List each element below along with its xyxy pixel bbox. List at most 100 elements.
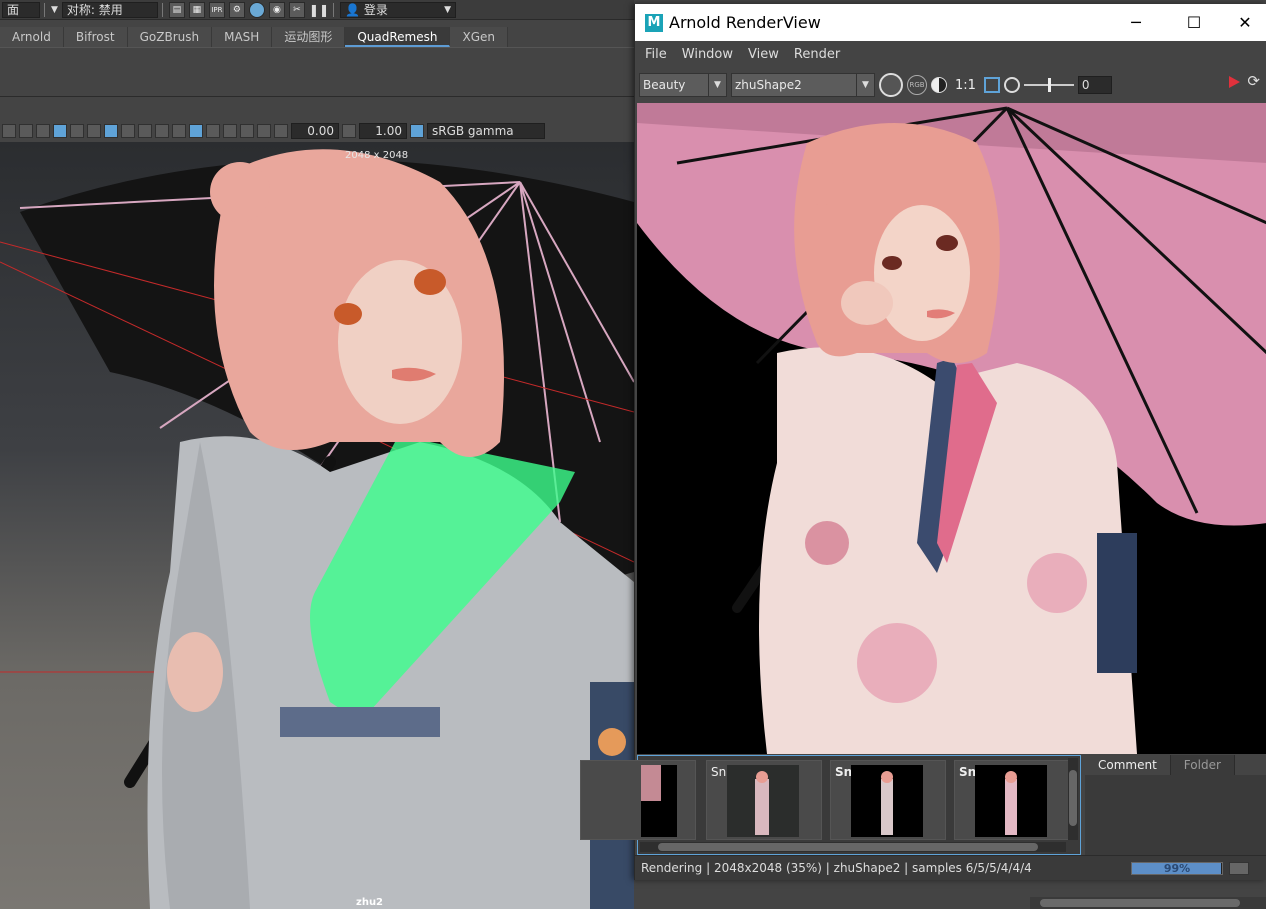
menu-view[interactable]: View	[743, 47, 784, 62]
isolate-icon[interactable]	[206, 124, 220, 138]
comment-tabs: Comment Folder	[1085, 755, 1266, 775]
image-plane-icon[interactable]	[2, 124, 16, 138]
shelf-tab-motion-graphics[interactable]: 运动图形	[272, 27, 346, 47]
region-render-icon[interactable]	[879, 73, 903, 97]
thumb-figure	[755, 771, 769, 835]
gamma-field[interactable]: 1.00	[359, 123, 407, 139]
menu-render[interactable]: Render	[789, 47, 845, 62]
title-bar[interactable]: M Arnold RenderView ─ ☐ ✕	[635, 4, 1266, 41]
resolution-gate-icon[interactable]	[257, 124, 271, 138]
minimize-button[interactable]: ─	[1107, 4, 1165, 41]
shadows-icon[interactable]	[138, 124, 152, 138]
select-camera-icon[interactable]	[223, 124, 237, 138]
aov-value: Beauty	[643, 78, 686, 92]
text-icon[interactable]	[19, 124, 33, 138]
maximize-button[interactable]: ☐	[1165, 4, 1223, 41]
maya-status-line: 面 ▼ 对称: 禁用 ▤ ▦ IPR ⚙ ◉ ✂ ❚❚ 👤 登录 ▼	[0, 0, 634, 20]
view-transform-dropdown[interactable]: sRGB gamma	[427, 123, 545, 139]
hand	[841, 281, 893, 325]
maya-viewport[interactable]: 2048 x 2048 zhu2	[0, 142, 634, 909]
ipr-icon[interactable]: IPR	[208, 1, 225, 18]
face	[874, 205, 970, 341]
arnold-render-icon[interactable]	[248, 1, 265, 18]
snapshot-vertical-scrollbar[interactable]	[1068, 758, 1078, 840]
login-dropdown[interactable]: 👤 登录 ▼	[340, 1, 457, 18]
slider-knob[interactable]	[1047, 78, 1051, 92]
scrollbar-thumb[interactable]	[1069, 770, 1077, 826]
close-button[interactable]: ✕	[1223, 4, 1266, 41]
wireframe-on-shaded-icon[interactable]	[87, 124, 101, 138]
window-title: Arnold RenderView	[669, 13, 821, 32]
shelf-tab-gozbrush[interactable]: GoZBrush	[127, 27, 213, 47]
shelf-tab-xgen[interactable]: XGen	[450, 27, 508, 47]
clapper-icon[interactable]: ▤	[168, 1, 185, 18]
menu-window[interactable]: Window	[677, 47, 738, 62]
exposure-aperture-icon[interactable]	[1003, 77, 1020, 93]
exposure-field[interactable]: 0	[1077, 76, 1112, 94]
tab-comment[interactable]: Comment	[1085, 755, 1171, 775]
thumb-figure	[1005, 771, 1017, 835]
shelf-tab-arnold[interactable]: Arnold	[0, 27, 64, 47]
snapshot-item[interactable]: Snapshot_09	[830, 760, 946, 840]
dropdown-icon[interactable]: ▼	[51, 5, 58, 15]
snapshot-camera-button[interactable]	[1229, 862, 1249, 875]
scrollbar-thumb[interactable]	[658, 843, 1038, 851]
motion-blur-icon[interactable]	[172, 124, 186, 138]
render-setup-icon[interactable]: ✂	[288, 1, 305, 18]
color-management-icon[interactable]	[410, 124, 424, 138]
exposure-icon[interactable]	[274, 124, 288, 138]
snapshot-item[interactable]: Snapshot_12	[954, 760, 1070, 840]
menu-file[interactable]: File	[640, 47, 672, 62]
default-material-icon[interactable]	[70, 124, 84, 138]
shelf-tab-bifrost[interactable]: Bifrost	[63, 27, 128, 47]
lights-icon[interactable]	[121, 124, 135, 138]
snapshot-thumbnail	[975, 765, 1047, 837]
viewport-scene	[0, 149, 634, 909]
chevron-down-icon: ▼	[708, 74, 726, 96]
frame-fit-icon[interactable]	[983, 77, 1000, 93]
xray-icon[interactable]	[104, 124, 118, 138]
hand-lower	[167, 632, 223, 712]
maya-logo-icon: M	[645, 13, 663, 32]
film-gate-icon[interactable]	[240, 124, 254, 138]
pause-icon[interactable]: ❚❚	[309, 3, 329, 17]
chevron-down-icon: ▼	[444, 4, 452, 15]
floral-bow	[1097, 533, 1137, 673]
exposure-field[interactable]: 0.00	[291, 123, 339, 139]
wireframe-icon[interactable]	[36, 124, 50, 138]
viewport-toolbar: 0.00 1.00 sRGB gamma	[0, 120, 634, 142]
aov-dropdown[interactable]: Beauty ▼	[639, 73, 727, 97]
snapshot-thumbnail	[851, 765, 923, 837]
render-icon[interactable]: ▦	[188, 1, 205, 18]
eye-left	[882, 256, 902, 270]
menu-set-field[interactable]: 面	[2, 1, 40, 18]
user-icon: 👤	[345, 2, 360, 17]
render-image[interactable]	[637, 103, 1266, 754]
tab-folder[interactable]: Folder	[1170, 755, 1235, 775]
display-lut-icon[interactable]	[931, 77, 947, 93]
separator	[161, 2, 165, 17]
snapshot-item[interactable]	[580, 760, 696, 840]
scrollbar-thumb[interactable]	[1040, 899, 1240, 907]
maya-bottom-scrollbar[interactable]	[1030, 897, 1266, 909]
smooth-shade-icon[interactable]	[53, 124, 67, 138]
camera-dropdown[interactable]: zhuShape2 ▼	[731, 73, 875, 97]
flower-print	[1027, 553, 1087, 613]
symmetry-field[interactable]: 对称: 禁用	[61, 1, 158, 18]
rgb-channel-icon[interactable]: RGB	[907, 75, 927, 95]
refresh-icon[interactable]: ⟳	[1247, 72, 1260, 90]
shelf-tab-quadremesh[interactable]: QuadRemesh	[345, 27, 451, 47]
comment-textarea[interactable]	[1085, 775, 1266, 855]
render-settings-icon[interactable]: ⚙	[228, 1, 245, 18]
snapshot-horizontal-scrollbar[interactable]	[640, 842, 1066, 852]
flower-print	[805, 521, 849, 565]
exposure-slider[interactable]	[1023, 78, 1074, 92]
antialias-icon[interactable]	[189, 124, 203, 138]
gamma-icon[interactable]	[342, 124, 356, 138]
zoom-ratio-button[interactable]: 1:1	[951, 78, 980, 93]
ambient-occlusion-icon[interactable]	[155, 124, 169, 138]
shelf-tab-mash[interactable]: MASH	[212, 27, 273, 47]
play-render-icon[interactable]	[1229, 76, 1240, 88]
hypershade-icon[interactable]: ◉	[268, 1, 285, 18]
snapshot-item[interactable]: Snapshot_08	[706, 760, 822, 840]
